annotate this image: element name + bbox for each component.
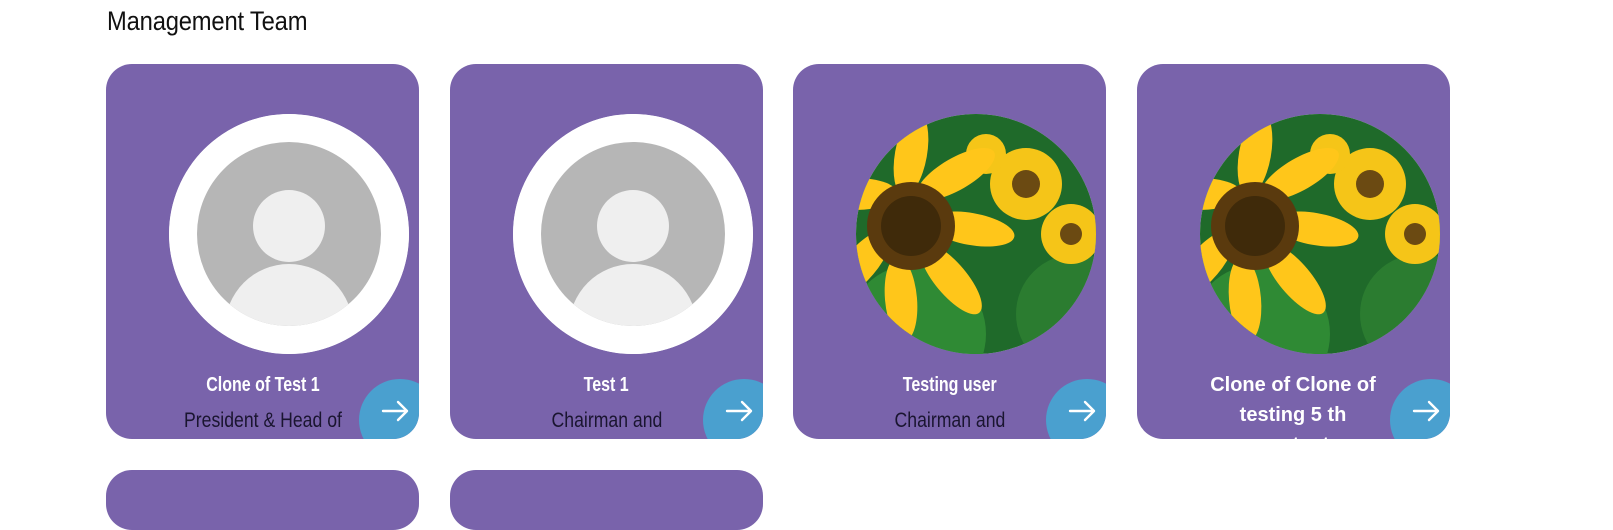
avatar-placeholder bbox=[169, 114, 409, 354]
team-member-card[interactable] bbox=[450, 470, 763, 530]
team-member-card[interactable]: Testing user Chairman and bbox=[793, 64, 1106, 439]
member-photo bbox=[1200, 114, 1440, 354]
member-name: Clone of Clone of testing 5 th content bbox=[1210, 374, 1376, 439]
arrow-right-icon bbox=[725, 400, 753, 422]
section-title: Management Team bbox=[107, 6, 308, 36]
arrow-right-icon bbox=[1068, 400, 1096, 422]
team-member-card[interactable]: Test 1 Chairman and bbox=[450, 64, 763, 439]
team-member-card[interactable]: Clone of Clone of testing 5 th content bbox=[1137, 64, 1450, 439]
team-member-card[interactable] bbox=[106, 470, 419, 530]
view-member-button[interactable] bbox=[1390, 379, 1450, 439]
arrow-right-icon bbox=[1412, 400, 1440, 422]
team-member-card[interactable]: Clone of Test 1 President & Head of bbox=[106, 64, 419, 439]
arrow-right-icon bbox=[381, 400, 409, 422]
member-photo bbox=[856, 114, 1096, 354]
avatar-placeholder bbox=[513, 114, 753, 354]
